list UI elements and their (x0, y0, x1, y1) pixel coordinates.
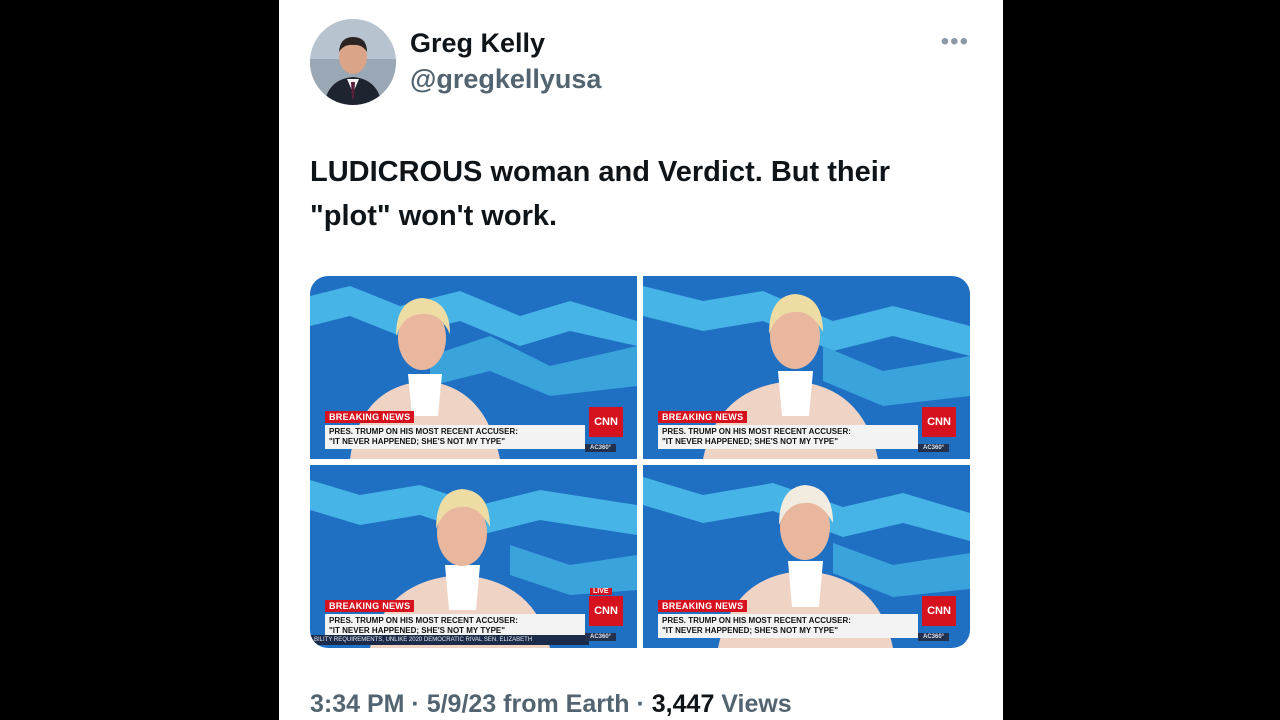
cnn-logo: CNN (589, 407, 623, 437)
cnn-logo: CNN (589, 596, 623, 626)
media-thumbnail[interactable]: BREAKING NEWS PRES. TRUMP ON HIS MOST RE… (310, 276, 637, 459)
author-handle[interactable]: @gregkellyusa (410, 64, 601, 95)
chyron: BREAKING NEWS PRES. TRUMP ON HIS MOST RE… (658, 407, 928, 449)
breaking-news-label: BREAKING NEWS (658, 411, 748, 423)
tweet-metadata: 3:34 PM · 5/9/23 from Earth · 3,447 View… (310, 690, 792, 719)
chyron-line: PRES. TRUMP ON HIS MOST RECENT ACCUSER: (662, 616, 851, 625)
chyron-line: PRES. TRUMP ON HIS MOST RECENT ACCUSER: (662, 427, 851, 436)
cnn-logo: CNN (922, 407, 956, 437)
chyron-text: PRES. TRUMP ON HIS MOST RECENT ACCUSER: … (658, 425, 918, 449)
tweet-card: Greg Kelly @gregkellyusa ••• LUDICROUS w… (279, 0, 1003, 720)
views-label: Views (714, 690, 792, 718)
more-options-icon[interactable]: ••• (941, 28, 969, 56)
media-thumbnail[interactable]: BREAKING NEWS PRES. TRUMP ON HIS MOST RE… (643, 465, 970, 648)
author-name[interactable]: Greg Kelly (410, 28, 545, 59)
chyron: BREAKING NEWS PRES. TRUMP ON HIS MOST RE… (658, 596, 928, 638)
show-logo: AC360° (585, 444, 617, 452)
chyron: BREAKING NEWS PRES. TRUMP ON HIS MOST RE… (325, 407, 595, 449)
chyron-text: PRES. TRUMP ON HIS MOST RECENT ACCUSER: … (325, 425, 585, 449)
news-ticker: BILITY REQUIREMENTS, UNLIKE 2020 DEMOCRA… (310, 635, 589, 645)
media-thumbnail[interactable]: BREAKING NEWS PRES. TRUMP ON HIS MOST RE… (643, 276, 970, 459)
timestamp-and-source[interactable]: 3:34 PM · 5/9/23 from Earth · (310, 690, 652, 718)
chyron-line: PRES. TRUMP ON HIS MOST RECENT ACCUSER: (329, 616, 518, 625)
avatar-portrait (310, 19, 396, 105)
show-logo: AC360° (918, 444, 950, 452)
breaking-news-label: BREAKING NEWS (325, 411, 415, 423)
avatar[interactable] (310, 19, 396, 105)
tweet-text-line: "plot" won't work. (310, 200, 558, 232)
chyron-line: "IT NEVER HAPPENED; SHE'S NOT MY TYPE" (662, 437, 839, 446)
tweet-text-line: LUDICROUS woman and Verdict. But their (310, 156, 891, 188)
media-grid: BREAKING NEWS PRES. TRUMP ON HIS MOST RE… (310, 276, 970, 648)
views-count: 3,447 (651, 690, 715, 718)
tweet-text: LUDICROUS woman and Verdict. But their "… (310, 150, 980, 238)
chyron-line: PRES. TRUMP ON HIS MOST RECENT ACCUSER: (329, 427, 518, 436)
breaking-news-label: BREAKING NEWS (658, 600, 748, 612)
chyron-line: "IT NEVER HAPPENED; SHE'S NOT MY TYPE" (662, 626, 839, 635)
show-logo: AC360° (918, 633, 950, 641)
chyron-line: "IT NEVER HAPPENED; SHE'S NOT MY TYPE" (329, 437, 506, 446)
chyron-text: PRES. TRUMP ON HIS MOST RECENT ACCUSER: … (658, 614, 918, 638)
cnn-logo: CNN (922, 596, 956, 626)
show-logo: AC360° (585, 633, 617, 641)
chyron: BREAKING NEWS PRES. TRUMP ON HIS MOST RE… (325, 596, 595, 638)
live-badge: LIVE (590, 588, 612, 595)
media-thumbnail[interactable]: BREAKING NEWS PRES. TRUMP ON HIS MOST RE… (310, 465, 637, 648)
breaking-news-label: BREAKING NEWS (325, 600, 415, 612)
